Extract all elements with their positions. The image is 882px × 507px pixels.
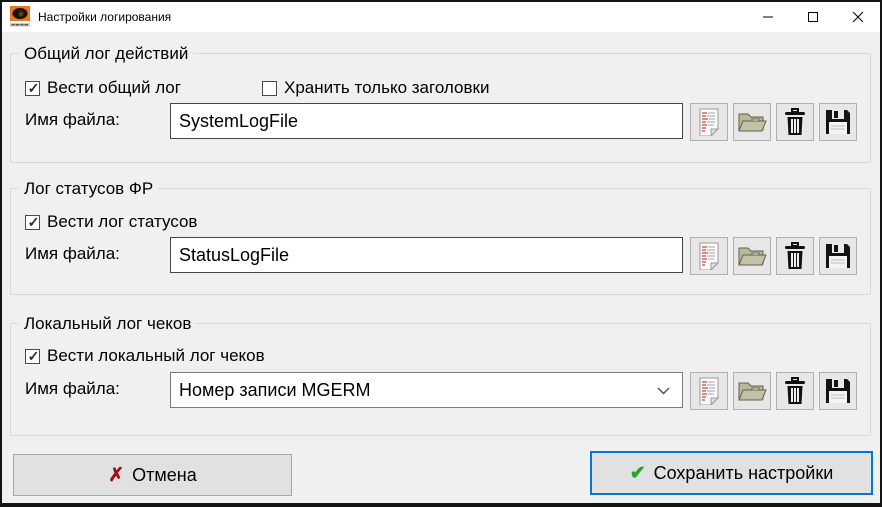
- app-eye-icon: [10, 6, 30, 28]
- dialog-window: Настройки логирования Общий лог действий…: [0, 0, 882, 507]
- local-log-filename-combobox[interactable]: Номер записи MGERM: [170, 372, 683, 408]
- general-log-filename-input[interactable]: [170, 103, 683, 139]
- maximize-icon: [807, 12, 818, 22]
- checkbox-headers-only[interactable]: Хранить только заголовки: [262, 78, 489, 98]
- cancel-x-icon: ✗: [108, 464, 125, 486]
- close-button[interactable]: [835, 2, 880, 32]
- groupbox-local-receipt-log-title: Локальный лог чеков: [19, 314, 197, 334]
- minimize-icon: [762, 16, 773, 18]
- window-controls: [745, 2, 880, 32]
- open-folder-icon: [738, 247, 767, 266]
- floppy-save-icon: [826, 244, 850, 268]
- floppy-save-icon: [826, 379, 850, 403]
- status-log-save-button[interactable]: [819, 237, 857, 275]
- trash-icon: [785, 242, 805, 269]
- local-log-open-folder-button[interactable]: [733, 372, 771, 410]
- view-log-icon: [699, 377, 720, 405]
- general-log-save-button[interactable]: [819, 103, 857, 141]
- checkbox-label: Хранить только заголовки: [284, 78, 490, 97]
- window-title: Настройки логирования: [38, 10, 172, 24]
- save-check-icon: ✔: [629, 462, 646, 484]
- checkbox-label: Вести лог статусов: [47, 212, 198, 231]
- status-log-view-button[interactable]: [690, 237, 728, 275]
- chevron-down-icon: [657, 387, 670, 395]
- close-icon: [852, 11, 863, 23]
- checkbox-keep-status-log[interactable]: Вести лог статусов: [25, 212, 197, 232]
- cancel-button[interactable]: ✗ Отмена: [13, 454, 292, 496]
- groupbox-status-log-title: Лог статусов ФР: [19, 179, 159, 199]
- checkbox-keep-local-receipt-log[interactable]: Вести локальный лог чеков: [25, 346, 265, 366]
- titlebar: Настройки логирования: [2, 2, 880, 32]
- checkbox-label: Вести локальный лог чеков: [47, 346, 265, 365]
- combobox-value: Номер записи MGERM: [179, 379, 371, 400]
- general-log-open-folder-button[interactable]: [733, 103, 771, 141]
- filename-label: Имя файла:: [25, 110, 120, 129]
- maximize-button[interactable]: [790, 2, 835, 32]
- filename-label: Имя файла:: [25, 379, 120, 398]
- view-log-icon: [699, 242, 720, 270]
- floppy-save-icon: [826, 110, 850, 134]
- local-log-view-button[interactable]: [690, 372, 728, 410]
- local-log-save-button[interactable]: [819, 372, 857, 410]
- filename-label: Имя файла:: [25, 244, 120, 263]
- status-log-filename-input[interactable]: [170, 237, 683, 273]
- checkbox-box: [25, 347, 41, 365]
- general-log-delete-button[interactable]: [776, 103, 814, 141]
- open-folder-icon: [738, 113, 767, 132]
- trash-icon: [785, 108, 805, 135]
- checkbox-box: [25, 213, 41, 231]
- save-settings-button[interactable]: ✔ Сохранить настройки: [590, 451, 873, 495]
- status-log-open-folder-button[interactable]: [733, 237, 771, 275]
- groupbox-general-log-title: Общий лог действий: [19, 44, 194, 64]
- trash-icon: [785, 377, 805, 404]
- open-folder-icon: [738, 382, 767, 401]
- general-log-view-button[interactable]: [690, 103, 728, 141]
- checkbox-label: Вести общий лог: [47, 78, 181, 97]
- status-log-delete-button[interactable]: [776, 237, 814, 275]
- minimize-button[interactable]: [745, 2, 790, 32]
- checkbox-box: [262, 80, 277, 96]
- local-log-delete-button[interactable]: [776, 372, 814, 410]
- client-area: Общий лог действий Вести общий лог Храни…: [2, 32, 880, 503]
- view-log-icon: [699, 108, 720, 136]
- checkbox-box: [25, 79, 41, 97]
- cancel-button-label: Отмена: [132, 464, 197, 485]
- save-button-label: Сохранить настройки: [653, 462, 834, 483]
- checkbox-keep-general-log[interactable]: Вести общий лог: [25, 78, 181, 98]
